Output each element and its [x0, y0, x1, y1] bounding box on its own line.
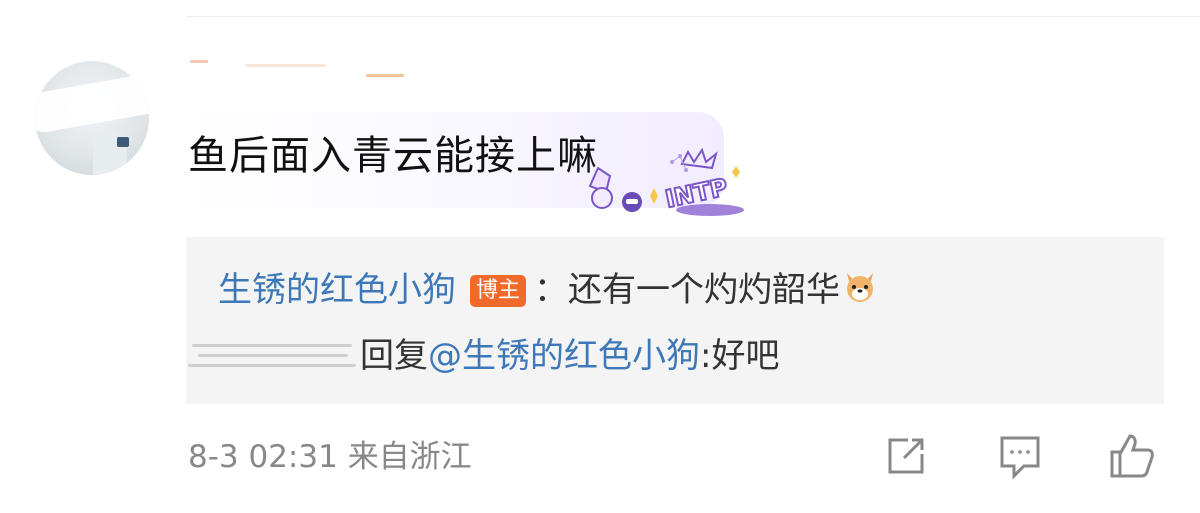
avatar-redaction: [35, 71, 149, 135]
dog-emoji-icon: [842, 269, 878, 305]
share-icon[interactable]: [880, 430, 932, 482]
reply-child-text: :好吧: [700, 336, 780, 376]
reply-box[interactable]: [186, 237, 1164, 404]
like-icon[interactable]: [1106, 430, 1158, 482]
username-redacted[interactable]: [186, 60, 406, 80]
location: 来自浙江: [347, 439, 472, 475]
reply-mention-link[interactable]: @生锈的红色小狗: [428, 336, 700, 376]
reply-author-link[interactable]: 生锈的红色小狗: [218, 270, 456, 310]
reply-username-redacted[interactable]: [188, 334, 360, 378]
comment-text: 鱼后面入青云能接上嘛: [188, 133, 598, 179]
comment-meta: 8-3 02:31 来自浙江: [188, 436, 472, 478]
comment-icon[interactable]: [994, 430, 1046, 482]
divider: [186, 16, 1200, 17]
reply-text: ：还有一个灼灼韶华: [534, 270, 841, 310]
intp-decoration: INTP: [582, 147, 752, 218]
avatar[interactable]: [35, 61, 149, 175]
reply-line-author: 生锈的红色小狗 博主 ：还有一个灼灼韶华: [218, 268, 878, 312]
intp-sticker-icon: INTP: [588, 147, 744, 216]
reply-line-child: 回复@生锈的红色小狗:好吧: [188, 334, 780, 378]
comment-card: 鱼后面入青云能接上嘛 INTP 生锈的红色小狗 博主 ：还有一个灼灼韶华 回复@…: [0, 0, 1200, 513]
author-badge: 博主: [470, 275, 527, 307]
timestamp: 8-3 02:31: [188, 439, 338, 475]
reply-prefix: 回复: [360, 336, 428, 376]
avatar-badge: [117, 137, 129, 147]
